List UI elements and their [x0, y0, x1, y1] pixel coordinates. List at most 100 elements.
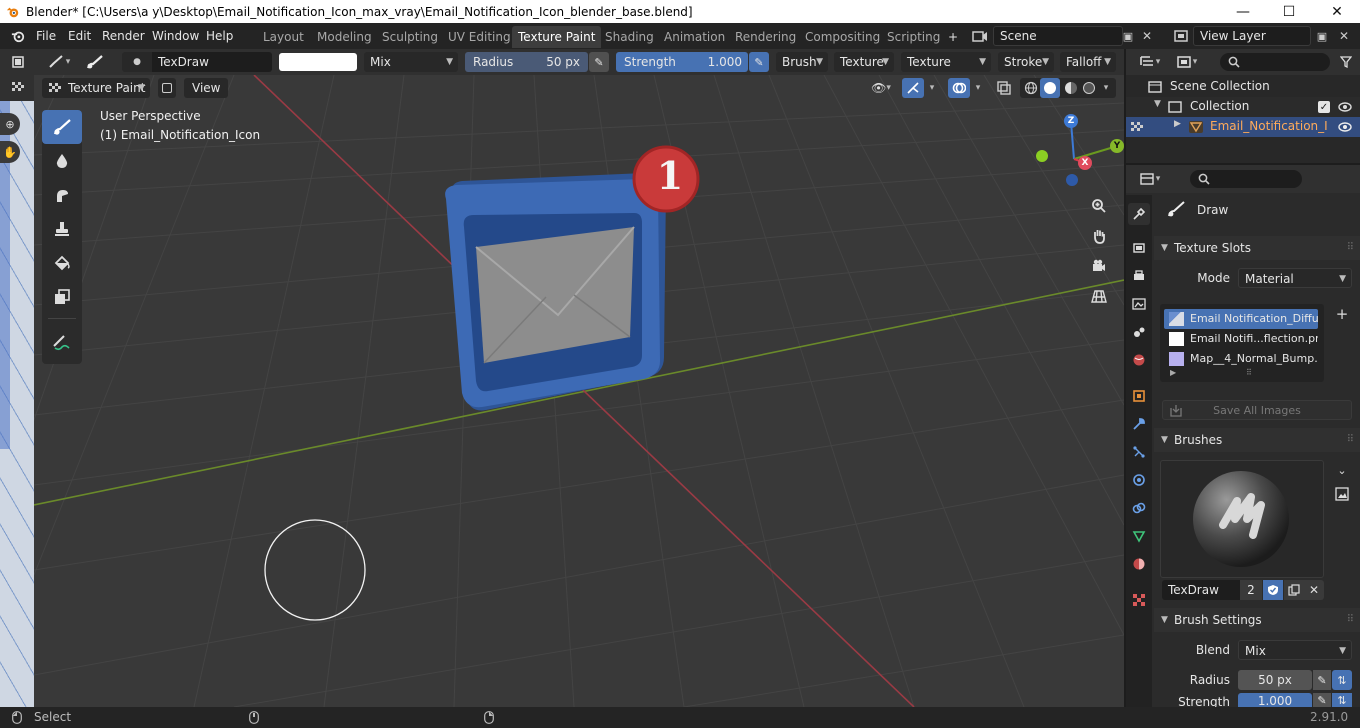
- gizmo-toggle-icon[interactable]: [902, 78, 924, 98]
- wireframe-shading-icon[interactable]: [1022, 80, 1040, 96]
- fill-tool-button[interactable]: [42, 246, 82, 280]
- view-layer-new-icon[interactable]: ▣: [1312, 26, 1332, 46]
- stroke-dropdown[interactable]: Stroke ▼: [998, 52, 1054, 72]
- brushes-drag-handle[interactable]: ⠿: [1347, 428, 1354, 452]
- tab-sculpting[interactable]: Sculpting: [376, 26, 444, 48]
- brush-datablock-icon[interactable]: ●: [122, 52, 152, 72]
- brush-settings-panel-header[interactable]: ▼ Brush Settings ⠿: [1154, 608, 1360, 632]
- properties-search-input[interactable]: [1190, 170, 1302, 188]
- tab-layout[interactable]: Layout: [257, 26, 310, 48]
- tab-compositing[interactable]: Compositing: [799, 26, 886, 48]
- 3d-viewport[interactable]: 1 User Perspective (1) Email_Notificatio…: [34, 75, 1124, 707]
- blender-menu-icon[interactable]: [10, 29, 26, 43]
- blend-mode-dropdown[interactable]: Mix ▼: [364, 52, 458, 72]
- collection-exclude-checkbox[interactable]: ✓: [1318, 101, 1330, 113]
- shading-dropdown-icon[interactable]: ▾: [1099, 80, 1113, 96]
- duplicate-brush-icon[interactable]: [1284, 580, 1304, 600]
- tab-uv-editing[interactable]: UV Editing: [442, 26, 517, 48]
- save-all-images-button[interactable]: Save All Images: [1162, 400, 1352, 420]
- brush-image-icon[interactable]: [1332, 484, 1352, 504]
- tab-rendering[interactable]: Rendering: [729, 26, 802, 48]
- texture-slots-mode-dropdown[interactable]: Material ▼: [1238, 268, 1352, 288]
- clone-tool-button[interactable]: [42, 212, 82, 246]
- brush-preview[interactable]: [1160, 460, 1324, 578]
- scene-field[interactable]: Scene: [993, 26, 1123, 46]
- mask-toggle-icon[interactable]: [158, 78, 176, 98]
- brush-icon[interactable]: [84, 52, 106, 72]
- radius-slider[interactable]: Radius 50 px: [465, 52, 588, 72]
- mask-tool-button[interactable]: [42, 280, 82, 314]
- soften-tool-button[interactable]: [42, 144, 82, 178]
- scene-remove-icon[interactable]: ✕: [1138, 26, 1156, 46]
- material-shading-icon[interactable]: [1062, 80, 1080, 96]
- brush-blend-dropdown[interactable]: Mix ▼: [1238, 640, 1352, 660]
- menu-edit[interactable]: Edit: [64, 27, 95, 45]
- strength-pressure-icon[interactable]: ✎: [749, 52, 769, 72]
- brushes-panel-header[interactable]: ▼ Brushes ⠿: [1154, 428, 1360, 452]
- texture-slot-item[interactable]: Map__4_Normal_Bump....: [1164, 349, 1318, 369]
- brush-strength-field[interactable]: 1.000: [1238, 693, 1312, 707]
- strength-pressure-toggle-icon[interactable]: ✎: [1313, 693, 1331, 707]
- tab-object-icon[interactable]: [1128, 385, 1150, 407]
- scene-new-icon[interactable]: ▣: [1118, 26, 1138, 46]
- solid-shading-icon[interactable]: [1040, 78, 1060, 98]
- tab-texture-paint[interactable]: Texture Paint: [512, 26, 602, 48]
- add-texture-slot-button[interactable]: +: [1332, 304, 1352, 324]
- fake-user-shield-icon[interactable]: [1263, 580, 1283, 600]
- slot-list-expand-icon[interactable]: ▶: [1170, 368, 1176, 377]
- gizmo-y-axis[interactable]: Y: [1110, 139, 1124, 153]
- outliner-row-scene-collection[interactable]: Scene Collection: [1126, 77, 1360, 97]
- brush-menu-dropdown[interactable]: Brush ▼: [776, 52, 828, 72]
- brush-users-count[interactable]: 2: [1240, 580, 1262, 600]
- strength-slider[interactable]: Strength 1.000: [616, 52, 748, 72]
- texture-slot-item[interactable]: Email Notification_Diffu...: [1164, 309, 1318, 329]
- tab-animation[interactable]: Animation: [658, 26, 731, 48]
- gizmo-dropdown-icon[interactable]: ▾: [925, 78, 939, 98]
- tab-particles-icon[interactable]: [1128, 441, 1150, 463]
- tab-shading[interactable]: Shading: [599, 26, 660, 48]
- strip-checker-icon[interactable]: [8, 78, 28, 96]
- outliner-row-collection[interactable]: ▼ Collection ✓: [1126, 97, 1360, 117]
- camera-view-icon[interactable]: [1086, 253, 1112, 279]
- object-expand-icon[interactable]: ▶: [1174, 119, 1181, 129]
- gizmo-z-axis[interactable]: Z: [1064, 114, 1078, 128]
- strength-unit-toggle-icon[interactable]: ⇅: [1332, 693, 1352, 707]
- tab-tool-icon[interactable]: [1128, 203, 1150, 225]
- radius-unit-toggle-icon[interactable]: ⇅: [1332, 670, 1352, 690]
- menu-help[interactable]: Help: [202, 27, 237, 45]
- visibility-dropdown-icon[interactable]: 👁 ▾: [866, 78, 896, 98]
- tab-modifiers-icon[interactable]: [1128, 413, 1150, 435]
- brush-color-swatch[interactable]: [279, 53, 357, 71]
- tab-view-layer-icon[interactable]: [1128, 293, 1150, 315]
- overlays-toggle-icon[interactable]: [948, 78, 970, 98]
- rendered-shading-icon[interactable]: [1080, 80, 1098, 96]
- gizmo-x-axis[interactable]: X: [1078, 156, 1092, 170]
- tab-material-icon[interactable]: [1128, 553, 1150, 575]
- filter-icon[interactable]: [1336, 53, 1356, 71]
- tab-world-icon[interactable]: [1128, 349, 1150, 371]
- texture-slots-drag-handle[interactable]: ⠿: [1347, 236, 1354, 260]
- draw-tool-button[interactable]: [42, 110, 82, 144]
- slot-list-resize-handle[interactable]: ⠿: [1246, 368, 1252, 377]
- brush-name-field[interactable]: TexDraw: [152, 52, 272, 72]
- radius-pressure-icon[interactable]: ✎: [589, 52, 609, 72]
- unlink-brush-icon[interactable]: ✕: [1304, 580, 1324, 600]
- tab-modeling[interactable]: Modeling: [311, 26, 378, 48]
- view-layer-remove-icon[interactable]: ✕: [1334, 26, 1354, 46]
- radius-pressure-toggle-icon[interactable]: ✎: [1313, 670, 1331, 690]
- pan-view-icon[interactable]: [1086, 223, 1112, 249]
- annotate-tool-button[interactable]: [42, 326, 82, 360]
- brush-radius-field[interactable]: 50 px: [1238, 670, 1312, 690]
- xray-toggle-icon[interactable]: [994, 78, 1014, 98]
- texture-slot-item[interactable]: Email Notifi...flection.png: [1164, 329, 1318, 349]
- tab-output-icon[interactable]: [1128, 265, 1150, 287]
- tool-settings-dropdown[interactable]: ▾: [44, 52, 74, 72]
- close-window-button[interactable]: ✕: [1314, 0, 1360, 23]
- display-mode-icon[interactable]: ▾: [1172, 52, 1202, 72]
- brush-name-datablock-field[interactable]: TexDraw: [1162, 580, 1240, 600]
- smear-tool-button[interactable]: [42, 178, 82, 212]
- texture-mask-dropdown[interactable]: Texture Mask▼: [901, 52, 991, 89]
- tab-render-icon[interactable]: [1128, 237, 1150, 259]
- overlays-dropdown-icon[interactable]: ▾: [971, 78, 985, 98]
- brush-browse-dropdown-icon[interactable]: ⌄: [1332, 460, 1352, 480]
